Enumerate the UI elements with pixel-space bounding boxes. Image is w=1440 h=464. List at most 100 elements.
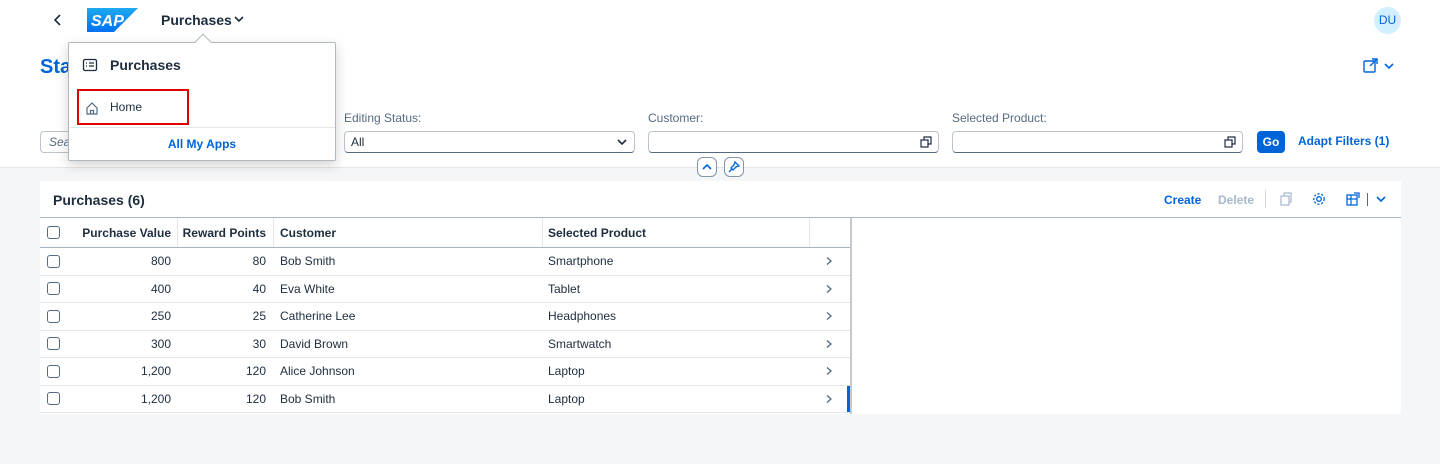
purchase-value-cell: 800 — [150, 254, 171, 269]
table-row[interactable]: 1,200 120 Bob Smith Laptop — [40, 385, 850, 413]
chevron-down-icon[interactable] — [1373, 191, 1389, 207]
column-divider — [542, 218, 543, 247]
row-checkbox[interactable] — [47, 282, 60, 296]
share-button[interactable] — [1360, 57, 1396, 75]
reward-points-cell: 25 — [252, 309, 266, 324]
chevron-right-icon — [826, 367, 832, 376]
page-title: Sta — [40, 56, 72, 78]
chevron-left-icon — [53, 14, 61, 26]
app-list-icon — [82, 58, 98, 72]
row-checkbox[interactable] — [47, 309, 60, 323]
customer-cell: Catherine Lee — [280, 309, 356, 324]
delete-button[interactable]: Delete — [1218, 193, 1254, 207]
selected-product-field[interactable] — [952, 131, 1243, 153]
table-row[interactable]: 250 25 Catherine Lee Headphones — [40, 303, 850, 331]
purchase-value-cell: 1,200 — [140, 391, 171, 406]
product-cell: Tablet — [548, 281, 581, 296]
product-cell: Headphones — [548, 309, 617, 324]
home-label: Home — [110, 100, 143, 114]
customer-cell: Bob Smith — [280, 254, 336, 269]
copy-icon[interactable] — [1278, 191, 1294, 207]
sap-logo[interactable]: SAP — [87, 8, 138, 32]
chevron-down-icon — [617, 139, 627, 146]
chevron-right-icon — [826, 284, 832, 293]
row-checkbox[interactable] — [47, 254, 60, 268]
customer-cell: Bob Smith — [280, 391, 336, 406]
chevron-up-icon — [702, 163, 712, 170]
selected-product-label: Selected Product: — [952, 111, 1047, 125]
customer-cell: Alice Johnson — [280, 364, 355, 379]
row-navigation[interactable] — [822, 276, 836, 303]
customer-field[interactable] — [648, 131, 939, 153]
create-button[interactable]: Create — [1164, 193, 1201, 207]
column-header-purchase-value[interactable]: Purchase Value — [70, 218, 171, 247]
value-help-icon[interactable] — [920, 136, 932, 148]
back-button[interactable] — [50, 12, 66, 28]
app-title[interactable]: Purchases — [161, 12, 232, 28]
app-navigation-popover: Purchases Home All My Apps — [68, 33, 336, 161]
product-cell: Smartphone — [548, 254, 614, 269]
popover-title: Purchases — [110, 57, 181, 73]
chevron-right-icon — [826, 339, 832, 348]
collapse-header-button[interactable] — [697, 157, 717, 177]
pin-header-button[interactable] — [724, 157, 744, 177]
row-navigation[interactable] — [822, 248, 836, 275]
purchase-value-cell: 1,200 — [140, 364, 171, 379]
chevron-down-icon[interactable] — [233, 13, 245, 25]
reward-points-cell: 120 — [245, 364, 266, 379]
export-icon — [1363, 58, 1394, 73]
row-navigation[interactable] — [822, 331, 836, 358]
product-cell: Laptop — [548, 391, 585, 406]
go-button[interactable]: Go — [1257, 131, 1285, 153]
reward-points-cell: 40 — [252, 281, 266, 296]
purchases-table-panel: Purchases (6) Create Delete Purchase Val… — [40, 181, 1401, 414]
all-my-apps-link[interactable]: All My Apps — [69, 137, 335, 151]
home-menu-item[interactable]: Home — [77, 89, 189, 125]
editing-status-label: Editing Status: — [344, 111, 422, 125]
shell-bar: SAP Purchases DU — [0, 0, 1440, 40]
purchase-value-cell: 300 — [150, 336, 171, 351]
select-all-checkbox[interactable] — [47, 226, 60, 239]
table-row[interactable]: 400 40 Eva White Tablet — [40, 276, 850, 303]
table-body: 800 80 Bob Smith Smartphone 400 40 Eva White Ta… — [40, 248, 850, 413]
column-divider — [809, 218, 810, 247]
value-help-icon[interactable] — [1224, 136, 1236, 148]
table-header-row: Purchase Value Reward Points Customer Se… — [40, 218, 850, 248]
table-empty-area — [850, 217, 1401, 414]
row-navigation[interactable] — [822, 358, 836, 385]
popover-divider — [69, 127, 335, 128]
row-navigation[interactable] — [822, 303, 836, 330]
reward-points-cell: 120 — [245, 391, 266, 406]
table-row[interactable]: 800 80 Bob Smith Smartphone — [40, 248, 850, 276]
chevron-right-icon — [826, 312, 832, 321]
search-input[interactable]: Sea — [40, 131, 70, 153]
settings-gear-icon[interactable] — [1311, 191, 1327, 207]
user-avatar[interactable]: DU — [1374, 7, 1401, 34]
column-header-selected-product[interactable]: Selected Product — [548, 218, 808, 247]
product-cell: Smartwatch — [548, 336, 612, 351]
row-checkbox[interactable] — [47, 364, 60, 378]
reward-points-cell: 80 — [252, 254, 266, 269]
table-row[interactable]: 1,200 120 Alice Johnson Laptop — [40, 358, 850, 386]
reward-points-cell: 30 — [252, 336, 266, 351]
table-row[interactable]: 300 30 David Brown Smartwatch — [40, 331, 850, 358]
column-divider — [273, 218, 274, 247]
adapt-filters-button[interactable]: Adapt Filters (1) — [1298, 134, 1389, 148]
row-checkbox[interactable] — [47, 337, 60, 351]
table-title: Purchases (6) — [53, 192, 145, 208]
customer-cell: David Brown — [280, 336, 349, 351]
chevron-right-icon — [826, 257, 832, 266]
toolbar-separator — [1367, 193, 1368, 206]
sap-logo-text: SAP — [91, 13, 124, 30]
row-navigation[interactable] — [822, 386, 836, 413]
purchase-value-cell: 250 — [150, 309, 171, 324]
customer-label: Customer: — [648, 111, 704, 125]
purchases-table: Purchase Value Reward Points Customer Se… — [40, 217, 850, 413]
editing-status-select[interactable]: All — [344, 131, 635, 153]
export-spreadsheet-icon[interactable] — [1345, 191, 1361, 207]
column-header-reward-points[interactable]: Reward Points — [177, 218, 266, 247]
row-checkbox[interactable] — [47, 392, 60, 406]
purchase-value-cell: 400 — [150, 281, 171, 296]
toolbar-separator — [1265, 190, 1266, 208]
column-header-customer[interactable]: Customer — [280, 218, 540, 247]
